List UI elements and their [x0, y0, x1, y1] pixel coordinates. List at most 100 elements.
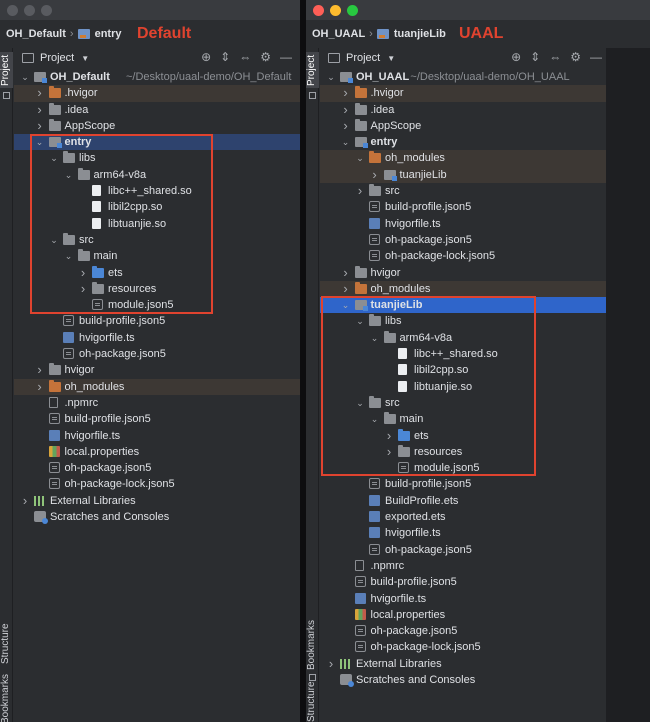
- breadcrumb-project[interactable]: OH_Default: [6, 28, 66, 40]
- tree-item[interactable]: .npmrc: [14, 395, 300, 411]
- chevron-right-icon[interactable]: ›: [35, 102, 45, 118]
- chevron-down-icon[interactable]: ▼: [387, 54, 395, 63]
- tree-item[interactable]: › .hvigor: [320, 85, 606, 102]
- minimize-window-button[interactable]: [330, 4, 341, 16]
- tree-item[interactable]: build-profile.json5: [320, 476, 606, 492]
- folder-icon[interactable]: [3, 92, 10, 99]
- tree-item[interactable]: hvigorfile.ts: [320, 591, 606, 607]
- chevron-right-icon[interactable]: ›: [35, 362, 45, 378]
- locate-icon[interactable]: ⊕: [201, 50, 211, 64]
- tree-item[interactable]: hvigorfile.ts: [14, 330, 300, 346]
- tree-item[interactable]: hvigorfile.ts: [320, 216, 606, 232]
- chevron-down-icon[interactable]: ⌄: [64, 167, 74, 183]
- tree-item[interactable]: › AppScope: [14, 118, 300, 134]
- chevron-down-icon[interactable]: ⌄: [370, 330, 380, 346]
- tree-item[interactable]: libc++_shared.so: [14, 183, 300, 199]
- breadcrumb-module[interactable]: tuanjieLib: [394, 28, 446, 40]
- tree-item[interactable]: ⌄ tuanjieLib: [320, 297, 606, 314]
- tree-item[interactable]: exported.ets: [320, 509, 606, 525]
- tree-item[interactable]: ⌄ arm64-v8a: [320, 330, 606, 346]
- chevron-right-icon[interactable]: ›: [78, 265, 88, 281]
- tree-item[interactable]: libtuanjie.so: [320, 379, 606, 395]
- tree-item[interactable]: ⌄ src: [14, 232, 300, 248]
- collapse-all-icon[interactable]: ⇔: [239, 50, 251, 64]
- tree-item[interactable]: Scratches and Consoles: [320, 672, 606, 688]
- chevron-right-icon[interactable]: ›: [341, 85, 351, 101]
- tree-item[interactable]: ⌄ main: [320, 411, 606, 427]
- minimize-window-button[interactable]: [24, 4, 35, 16]
- tree-item[interactable]: › ets: [14, 265, 300, 281]
- folder-icon[interactable]: [309, 92, 316, 99]
- tree-item[interactable]: › resources: [320, 444, 606, 460]
- tree-item[interactable]: build-profile.json5: [14, 313, 300, 329]
- tree-item[interactable]: local.properties: [14, 444, 300, 460]
- chevron-down-icon[interactable]: ⌄: [370, 411, 380, 427]
- tree-item[interactable]: › .idea: [320, 102, 606, 118]
- tree-item[interactable]: › External Libraries: [320, 656, 606, 672]
- tree-item[interactable]: libil2cpp.so: [14, 199, 300, 215]
- panel-title[interactable]: Project: [40, 52, 74, 64]
- tree-item[interactable]: hvigorfile.ts: [320, 525, 606, 541]
- chevron-down-icon[interactable]: ⌄: [341, 134, 351, 150]
- chevron-down-icon[interactable]: ⌄: [326, 69, 336, 85]
- tab-project[interactable]: Project: [0, 52, 13, 88]
- chevron-right-icon[interactable]: ›: [35, 379, 45, 395]
- chevron-right-icon[interactable]: ›: [20, 493, 30, 509]
- tree-item[interactable]: ⌄ entry: [320, 134, 606, 150]
- zoom-window-button[interactable]: [41, 4, 52, 16]
- tree-item[interactable]: build-profile.json5: [320, 199, 606, 215]
- tree-item[interactable]: oh-package.json5: [320, 623, 606, 639]
- tree-item[interactable]: ⌄ main: [14, 248, 300, 264]
- tree-item[interactable]: ⌄ arm64-v8a: [14, 167, 300, 183]
- tree-item[interactable]: libtuanjie.so: [14, 216, 300, 232]
- chevron-right-icon[interactable]: ›: [384, 428, 394, 444]
- tree-item[interactable]: › tuanjieLib: [320, 166, 606, 184]
- tree-item[interactable]: ⌄ oh_modules: [320, 150, 606, 167]
- tree-item[interactable]: BuildProfile.ets: [320, 493, 606, 509]
- breadcrumb-module[interactable]: entry: [95, 28, 122, 40]
- tab-bookmarks[interactable]: Bookmarks: [0, 674, 13, 722]
- chevron-right-icon[interactable]: ›: [341, 102, 351, 118]
- tree-item[interactable]: ⌄ entry: [14, 134, 300, 151]
- tree-item[interactable]: › oh_modules: [14, 378, 300, 395]
- chevron-right-icon[interactable]: ›: [326, 656, 336, 672]
- tree-item[interactable]: ⌄ OH_Default ~/Desktop/uaal-demo/OH_Defaul…: [14, 69, 300, 85]
- tree-item[interactable]: › AppScope: [320, 118, 606, 134]
- chevron-right-icon[interactable]: ›: [355, 183, 365, 199]
- tree-item[interactable]: › External Libraries: [14, 493, 300, 509]
- minimize-icon[interactable]: —: [590, 50, 602, 64]
- chevron-right-icon[interactable]: ›: [384, 444, 394, 460]
- expand-all-icon[interactable]: ⇕: [530, 50, 540, 64]
- tree-item[interactable]: oh-package.json5: [14, 460, 300, 476]
- chevron-right-icon[interactable]: ›: [370, 167, 380, 183]
- chevron-right-icon[interactable]: ›: [35, 85, 45, 101]
- expand-all-icon[interactable]: ⇕: [220, 50, 230, 64]
- tree-item[interactable]: › oh_modules: [320, 280, 606, 298]
- chevron-down-icon[interactable]: ⌄: [64, 248, 74, 264]
- tab-structure[interactable]: Structure: [306, 681, 319, 722]
- chevron-down-icon[interactable]: ▼: [81, 54, 89, 63]
- tree-item[interactable]: build-profile.json5: [320, 574, 606, 590]
- chevron-down-icon[interactable]: ⌄: [341, 297, 351, 313]
- chevron-down-icon[interactable]: ⌄: [355, 395, 365, 411]
- tree-item[interactable]: hvigorfile.ts: [14, 428, 300, 444]
- tree-item[interactable]: › ets: [320, 428, 606, 444]
- zoom-window-button[interactable]: [347, 4, 358, 16]
- chevron-right-icon[interactable]: ›: [341, 118, 351, 134]
- gear-icon[interactable]: ⚙: [260, 50, 271, 64]
- panel-title[interactable]: Project: [346, 52, 380, 64]
- chevron-right-icon[interactable]: ›: [341, 281, 351, 297]
- tree-item[interactable]: module.json5: [14, 297, 300, 313]
- tree-item[interactable]: › .hvigor: [14, 85, 300, 102]
- breadcrumb-project[interactable]: OH_UAAL: [312, 28, 365, 40]
- tree-item[interactable]: oh-package-lock.json5: [320, 639, 606, 655]
- tree-item[interactable]: oh-package-lock.json5: [320, 248, 606, 264]
- close-window-button[interactable]: [7, 4, 18, 16]
- tree-item[interactable]: oh-package-lock.json5: [14, 476, 300, 492]
- chevron-down-icon[interactable]: ⌄: [49, 232, 59, 248]
- tree-item[interactable]: libc++_shared.so: [320, 346, 606, 362]
- chevron-down-icon[interactable]: ⌄: [355, 150, 365, 166]
- bookmark-icon[interactable]: [309, 674, 316, 681]
- tree-item[interactable]: › hvigor: [14, 362, 300, 378]
- minimize-icon[interactable]: —: [280, 50, 292, 64]
